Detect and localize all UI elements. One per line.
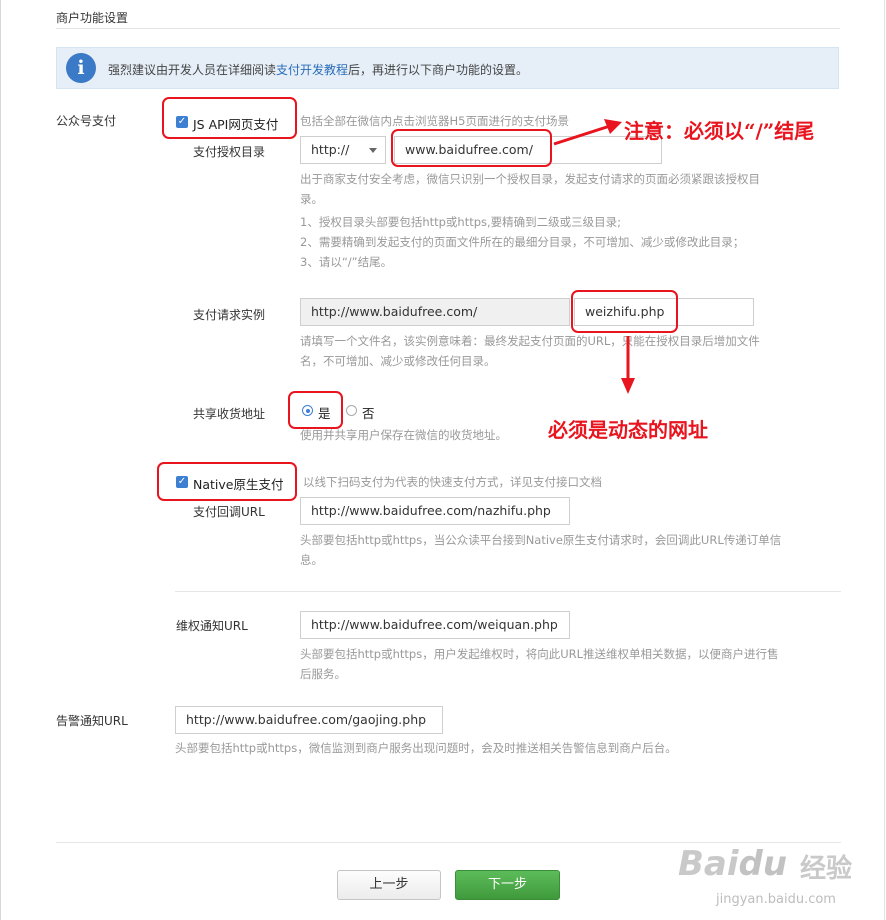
highlight-share-yes	[288, 391, 343, 429]
rights-url-label: 维权通知URL	[176, 619, 248, 633]
dev-tutorial-link[interactable]: 支付开发教程	[276, 63, 348, 77]
protocol-select[interactable]: http://	[300, 136, 386, 164]
frame-right-border	[884, 0, 885, 920]
annotation-dynamic-url: 必须是动态的网址	[548, 418, 708, 442]
alarm-url-hint: 头部要包括http或https，微信监测到商户服务出现问题时，会及时推送相关告警…	[175, 741, 677, 755]
highlight-jsapi	[162, 97, 297, 139]
section-title: 商户功能设置	[56, 11, 129, 25]
watermark-url: jingyan.baidu.com	[716, 892, 836, 907]
callback-url-hint: 头部要包括http或https，当公众读平台接到Native原生支付请求时，会回…	[300, 533, 782, 567]
auth-dir-hint: 出于商家支付安全考虑，微信只识别一个授权目录，发起支付请求的页面必须紧跟该授权目…	[300, 172, 760, 206]
callback-url-label: 支付回调URL	[193, 505, 265, 519]
annotation-slash-note: 注意：必须以“/”结尾	[624, 119, 815, 143]
request-example-hint: 请填写一个文件名，该实例意味着：最终发起支付页面的URL，只能在授权目录后增加文…	[300, 334, 760, 368]
info-banner: i 强烈建议由开发人员在详细阅读支付开发教程后，再进行以下商户功能的设置。	[56, 47, 839, 89]
share-address-hint: 使用并共享用户保存在微信的收货地址。	[300, 428, 507, 442]
alarm-url-label: 告警通知URL	[56, 714, 128, 728]
title-divider	[56, 28, 840, 29]
arrow-icon	[553, 119, 622, 146]
info-icon: i	[66, 53, 96, 83]
highlight-native	[157, 462, 297, 501]
share-address-no-radio[interactable]	[346, 405, 357, 416]
auth-dir-rules: 1、授权目录头部要包括http或https,要精确到二级或三级目录; 2、需要精…	[300, 215, 745, 269]
chevron-down-icon	[369, 148, 377, 153]
callback-url-input[interactable]: http://www.baidufree.com/nazhifu.php	[300, 497, 570, 525]
jsapi-hint: 包括全部在微信内点击浏览器H5页面进行的支付场景	[300, 114, 569, 128]
watermark-service: 经验	[800, 854, 853, 884]
prev-step-button[interactable]: 上一步	[337, 870, 441, 900]
highlight-auth-dir	[391, 129, 552, 167]
rights-url-hint: 头部要包括http或https，用户发起维权时，将向此URL推送维权单相关数据，…	[300, 647, 779, 681]
arrow-icon	[621, 336, 635, 394]
alarm-url-input[interactable]: http://www.baidufree.com/gaojing.php	[175, 706, 443, 734]
request-example-label: 支付请求实例	[193, 308, 266, 322]
watermark-brand: Baidu	[678, 844, 788, 884]
native-hint: 以线下扫码支付为代表的快速支付方式，详见支付接口文档	[303, 475, 602, 489]
request-prefix-field: http://www.baidufree.com/	[300, 298, 570, 326]
rights-url-input[interactable]: http://www.baidufree.com/weiquan.php	[300, 611, 570, 639]
share-address-label: 共享收货地址	[193, 407, 266, 421]
highlight-request-file	[571, 290, 678, 333]
divider	[175, 591, 841, 592]
public-pay-label: 公众号支付	[56, 114, 117, 128]
paw-icon: du	[738, 844, 788, 884]
share-address-no-label[interactable]: 否	[362, 403, 375, 422]
info-text: 强烈建议由开发人员在详细阅读支付开发教程后，再进行以下商户功能的设置。	[108, 63, 529, 77]
auth-dir-label: 支付授权目录	[193, 145, 266, 159]
frame-left-border	[0, 0, 1, 920]
next-step-button[interactable]: 下一步	[455, 870, 560, 900]
baidu-jingyan-watermark: Baidu 经验 jingyan.baidu.com	[676, 840, 882, 916]
